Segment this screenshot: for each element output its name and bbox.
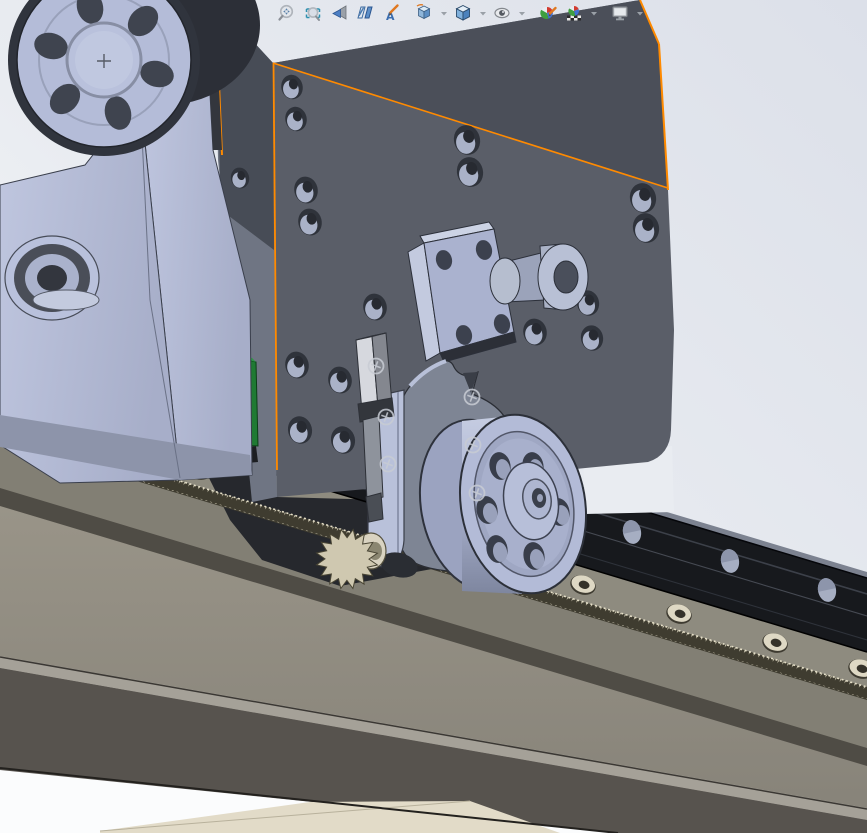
view-orientation-dropdown[interactable] xyxy=(439,2,448,24)
cad-viewport[interactable]: A xyxy=(0,0,867,833)
color-ball-scene-icon xyxy=(567,5,581,21)
color-ball-pencil-icon xyxy=(540,6,557,19)
shaded-cube-icon xyxy=(455,4,471,21)
apply-scene-button[interactable] xyxy=(563,2,585,24)
chevron-down-icon xyxy=(636,12,643,16)
view-cube-icon xyxy=(416,4,431,20)
view-settings-dropdown[interactable] xyxy=(635,2,644,24)
chevron-down-icon xyxy=(590,12,597,16)
display-style-button[interactable] xyxy=(452,2,474,24)
view-settings-button[interactable] xyxy=(609,2,631,24)
back-arrow-camera-icon xyxy=(332,5,347,20)
eye-icon xyxy=(494,7,510,19)
chevron-down-icon xyxy=(440,12,447,16)
monitor-icon xyxy=(612,6,628,21)
magnifier-fit-icon xyxy=(278,4,294,21)
hide-show-items-dropdown[interactable] xyxy=(517,2,526,24)
zoom-to-fit-button[interactable] xyxy=(276,2,298,24)
section-view-button[interactable] xyxy=(354,2,376,24)
pencil-letter-a-icon: A xyxy=(386,4,399,23)
edit-appearance-button[interactable] xyxy=(537,2,559,24)
annotation-views-button[interactable]: A xyxy=(380,2,402,24)
section-planes-icon xyxy=(357,6,373,19)
previous-view-button[interactable] xyxy=(328,2,350,24)
zoom-to-area-button[interactable] xyxy=(302,2,324,24)
heads-up-toolbar: A xyxy=(276,1,644,25)
apply-scene-dropdown[interactable] xyxy=(589,2,598,24)
model-3d-view[interactable] xyxy=(0,0,867,833)
view-orientation-button[interactable] xyxy=(413,2,435,24)
motor-flange-housing[interactable] xyxy=(0,0,260,484)
hide-show-items-button[interactable] xyxy=(491,2,513,24)
magnifier-area-icon xyxy=(305,7,321,21)
display-style-dropdown[interactable] xyxy=(478,2,487,24)
chevron-down-icon xyxy=(479,12,486,16)
chevron-down-icon xyxy=(518,12,525,16)
